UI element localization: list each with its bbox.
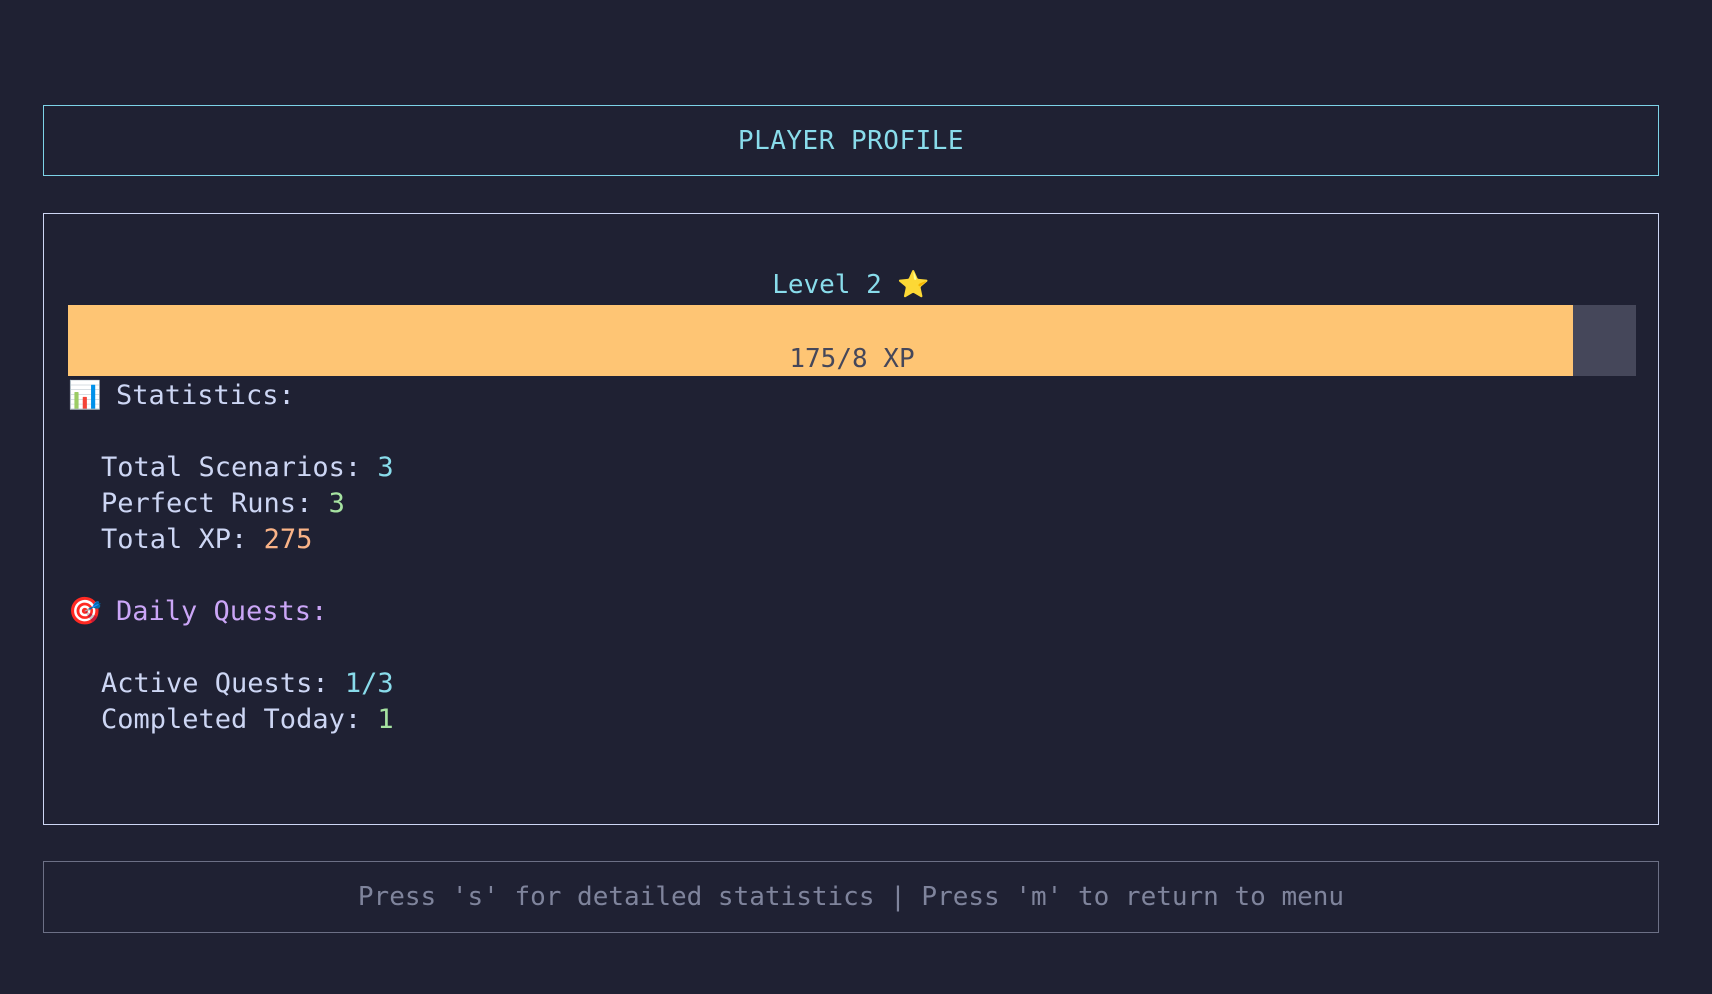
daily-quests-section: 🎯 Daily Quests: Active Quests: 1/3 Comple… xyxy=(68,594,394,738)
stat-row-total-xp: Total XP: 275 xyxy=(101,524,313,555)
completed-today-value: 1 xyxy=(377,704,394,735)
statistics-heading: Statistics: xyxy=(116,380,295,411)
target-icon: 🎯 xyxy=(68,596,102,627)
star-icon: ⭐ xyxy=(897,270,930,300)
quest-row-active: Active Quests: 1/3 xyxy=(101,668,394,699)
footer-panel: Press 's' for detailed statistics | Pres… xyxy=(43,861,1659,933)
xp-progress-text: 175/8 XP xyxy=(789,344,915,374)
level-indicator: Level 2 ⭐ xyxy=(44,270,1658,300)
total-xp-value: 275 xyxy=(263,524,313,555)
header-panel: PLAYER PROFILE xyxy=(43,105,1659,176)
stat-row-total-scenarios: Total Scenarios: 3 xyxy=(101,452,394,483)
daily-quests-heading: Daily Quests: xyxy=(116,596,328,627)
bar-chart-icon: 📊 xyxy=(68,380,102,411)
profile-panel: Level 2 ⭐ 175/8 XP 📊 Statistics: Total Sc… xyxy=(43,213,1659,825)
level-label: Level 2 xyxy=(772,270,882,300)
quest-row-completed: Completed Today: 1 xyxy=(101,704,394,735)
keyboard-hint: Press 's' for detailed statistics | Pres… xyxy=(357,882,1345,912)
perfect-runs-value: 3 xyxy=(328,488,345,519)
statistics-section: 📊 Statistics: Total Scenarios: 3 Perfect … xyxy=(68,378,394,558)
page-title: PLAYER PROFILE xyxy=(737,125,965,156)
xp-progress-bar: 175/8 XP xyxy=(68,305,1636,376)
total-scenarios-value: 3 xyxy=(377,452,394,483)
active-quests-value: 1/3 xyxy=(344,668,394,699)
stat-row-perfect-runs: Perfect Runs: 3 xyxy=(101,488,345,519)
